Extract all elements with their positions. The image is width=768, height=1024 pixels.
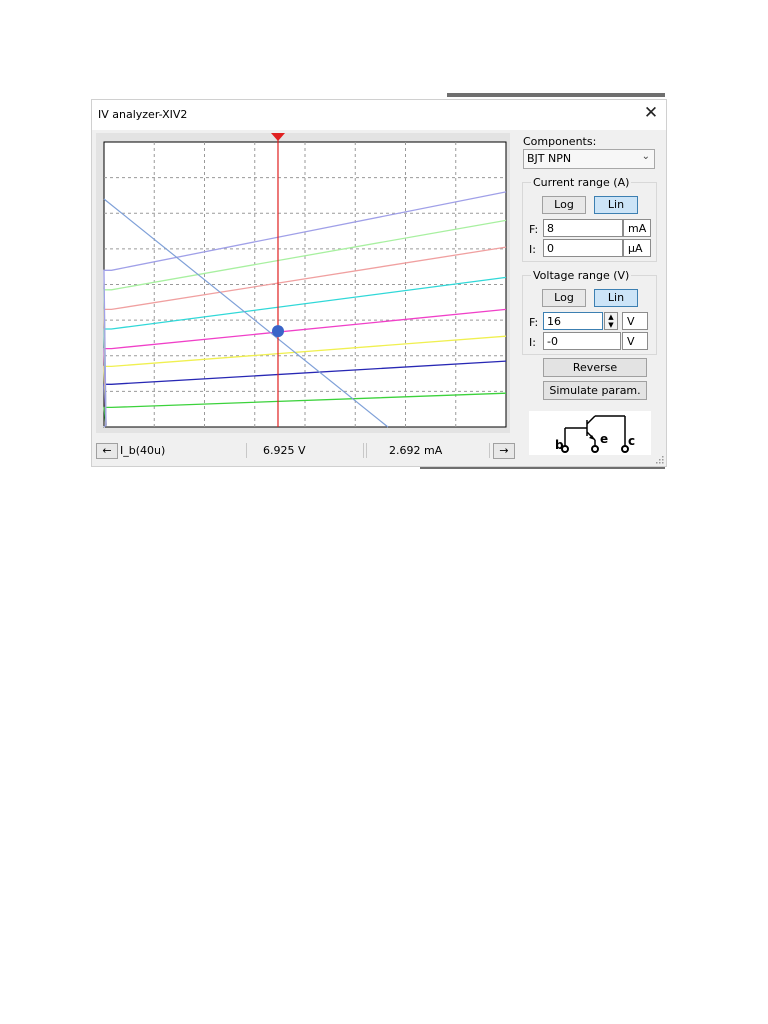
- current-i-unit[interactable]: µA: [623, 239, 651, 257]
- next-curve-button[interactable]: →: [493, 443, 515, 459]
- voltage-readout: 6.925 V: [246, 443, 364, 458]
- schematic-b-label: b: [555, 438, 564, 452]
- current-i-field[interactable]: 0: [543, 239, 623, 257]
- current-f-label: F:: [529, 223, 539, 236]
- chevron-down-icon: ⌄: [641, 151, 650, 162]
- cursor-handle-icon[interactable]: [270, 133, 285, 141]
- bjt-schematic: b e c: [529, 411, 651, 455]
- current-lin-button[interactable]: Lin: [594, 196, 638, 214]
- previous-curve-button[interactable]: ←: [96, 443, 118, 459]
- voltage-log-button[interactable]: Log: [542, 289, 586, 307]
- voltage-i-unit[interactable]: V: [622, 332, 648, 350]
- component-selected: BJT NPN: [527, 152, 572, 165]
- curve-label: I_b(40u): [118, 443, 247, 458]
- current-i-label: I:: [529, 243, 536, 256]
- background-window-edge: [447, 93, 665, 97]
- voltage-f-label: F:: [529, 316, 539, 329]
- voltage-f-spinner[interactable]: ▲ ▼: [604, 312, 618, 330]
- window-title: IV analyzer-XIV2: [98, 108, 188, 121]
- current-f-field[interactable]: 8: [543, 219, 623, 237]
- components-select[interactable]: BJT NPN ⌄: [523, 149, 655, 169]
- voltage-range-title: Voltage range (V): [531, 269, 632, 282]
- current-readout: 2.692 mA: [366, 443, 490, 458]
- components-label: Components:: [523, 135, 597, 148]
- voltage-f-unit[interactable]: V: [622, 312, 648, 330]
- spin-up-icon[interactable]: ▲: [605, 313, 617, 321]
- voltage-i-label: I:: [529, 336, 536, 349]
- reverse-button[interactable]: Reverse: [543, 358, 647, 377]
- schematic-e-label: e: [600, 432, 608, 446]
- close-icon[interactable]: ✕: [642, 104, 660, 122]
- plot-area[interactable]: [96, 133, 510, 433]
- iv-analyzer-window: IV analyzer-XIV2 ✕ ← I_b(40u) 6.925 V 2.…: [91, 99, 667, 467]
- title-bar[interactable]: IV analyzer-XIV2 ✕: [92, 100, 666, 130]
- operating-point-marker: [271, 325, 284, 338]
- voltage-f-field[interactable]: 16: [543, 312, 603, 330]
- voltage-lin-button[interactable]: Lin: [594, 289, 638, 307]
- current-f-unit[interactable]: mA: [623, 219, 651, 237]
- spin-down-icon[interactable]: ▼: [605, 321, 617, 329]
- current-log-button[interactable]: Log: [542, 196, 586, 214]
- current-range-title: Current range (A): [531, 176, 632, 189]
- schematic-c-label: c: [628, 434, 635, 448]
- simulate-param-button[interactable]: Simulate param.: [543, 381, 647, 400]
- voltage-i-field[interactable]: -0: [543, 332, 621, 350]
- status-bar: ← I_b(40u) 6.925 V 2.692 mA →: [96, 442, 517, 460]
- resize-grip-icon[interactable]: [655, 455, 664, 464]
- iv-curves-chart[interactable]: [96, 133, 510, 433]
